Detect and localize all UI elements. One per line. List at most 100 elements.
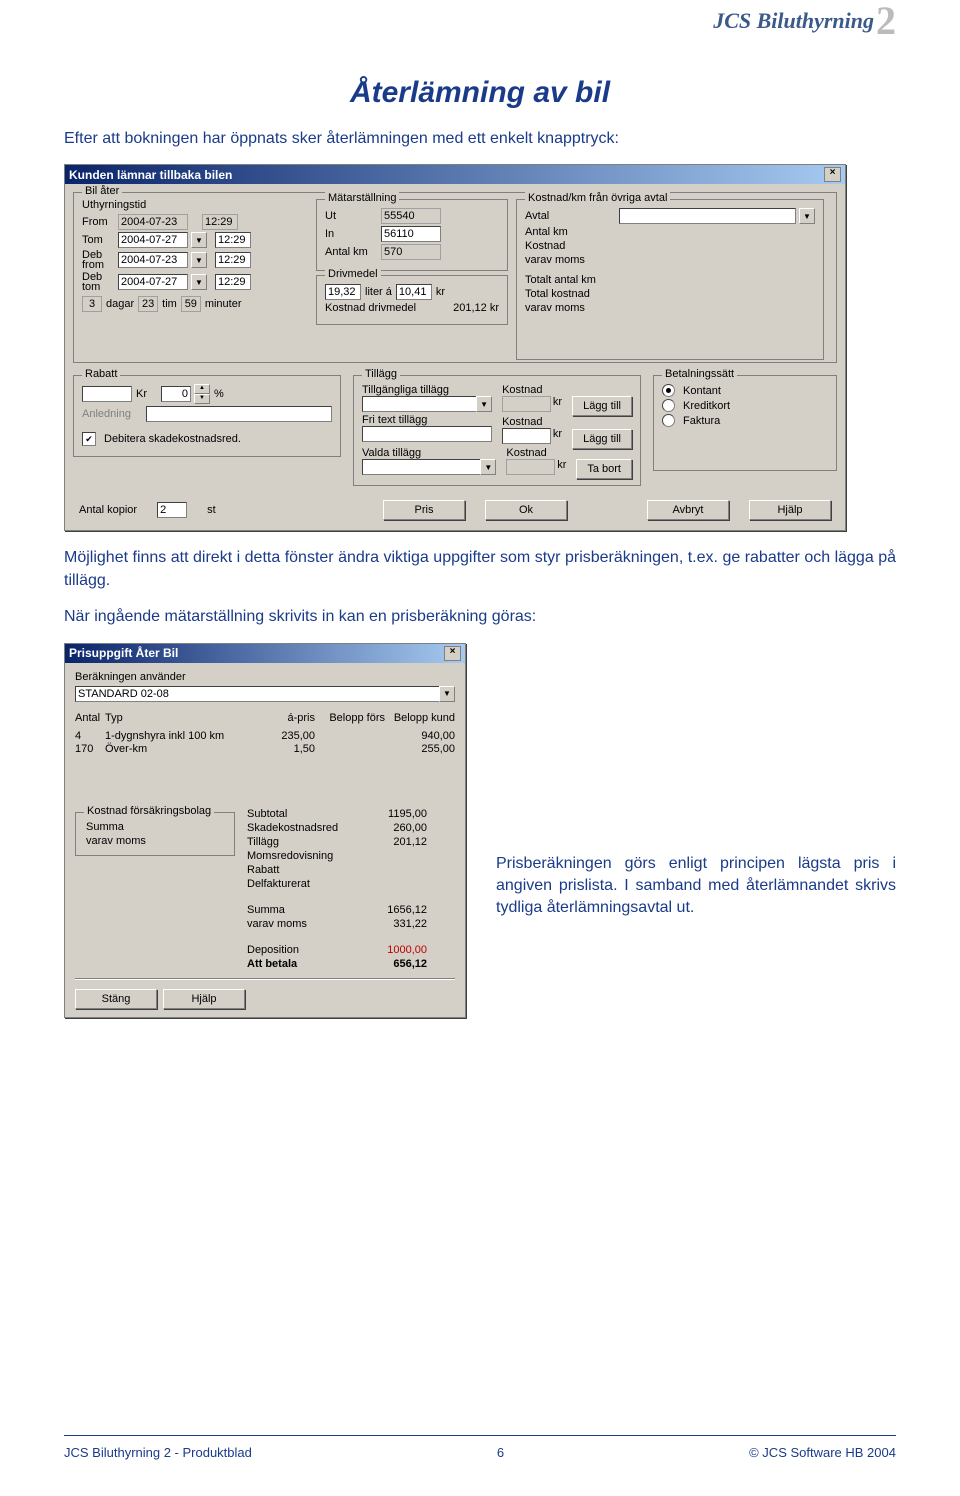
summa2-value: 1656,12 — [357, 904, 427, 916]
fritxt-kostnad-input[interactable] — [502, 428, 551, 444]
debtom-date-input[interactable]: 2004-07-27 — [118, 274, 188, 290]
radio-kreditkort[interactable] — [662, 399, 675, 412]
dep-label: Deposition — [247, 944, 357, 956]
chevron-down-icon[interactable]: ▼ — [191, 232, 207, 248]
antal-kopior-label: Antal kopior — [79, 504, 137, 516]
kr-label: kr — [436, 286, 445, 298]
brand-version: 2 — [876, 9, 896, 33]
laggtill-button-1[interactable]: Lägg till — [572, 396, 632, 416]
brand-text: JCS Biluthyrning — [713, 8, 874, 34]
tillg-select[interactable] — [362, 396, 477, 412]
hjalp2-button[interactable]: Hjälp — [163, 989, 245, 1009]
chevron-down-icon[interactable]: ▼ — [191, 252, 207, 268]
rab-label: Rabatt — [247, 864, 357, 876]
sub-label: Subtotal — [247, 808, 357, 820]
table-row: 170 Över-km 1,50 255,00 — [75, 743, 455, 755]
page-footer: JCS Biluthyrning 2 - Produktblad 6 © JCS… — [64, 1445, 896, 1460]
kostnad3-label: Kostnad — [502, 416, 562, 428]
sub-value: 1195,00 — [357, 808, 427, 820]
ins-summa-label: Summa — [86, 821, 124, 833]
kredit-label: Kreditkort — [683, 400, 730, 412]
kontant-label: Kontant — [683, 385, 721, 397]
literpris-input[interactable]: 10,41 — [396, 284, 432, 300]
tom-label: Tom — [82, 234, 114, 246]
varav2-label: varav moms — [247, 918, 357, 930]
uthyrningstid-label: Uthyrningstid — [82, 199, 312, 211]
h-bf: Belopp förs — [315, 712, 385, 724]
debfrom-time-input[interactable]: 12:29 — [215, 252, 251, 268]
price-dialog: Prisuppgift Åter Bil × Beräkningen använ… — [64, 643, 466, 1018]
tom-time-input[interactable]: 12:29 — [215, 232, 251, 248]
debskade-label: Debitera skadekostnadsred. — [104, 433, 241, 445]
ok-button[interactable]: Ok — [485, 500, 567, 520]
tillg-label: Tillgängliga tillägg — [362, 384, 492, 396]
para3: När ingående mätarställning skrivits in … — [64, 606, 896, 628]
chevron-down-icon[interactable]: ▼ — [476, 396, 492, 412]
tabort-button[interactable]: Ta bort — [576, 459, 632, 479]
radio-kontant[interactable] — [662, 384, 675, 397]
checkbox-icon[interactable]: ✔ — [82, 432, 96, 446]
att-label: Att betala — [247, 958, 357, 970]
pris-button[interactable]: Pris — [383, 500, 465, 520]
avbryt-button[interactable]: Avbryt — [647, 500, 729, 520]
ber-label: Beräkningen använder — [75, 671, 455, 683]
antalkm-value: 570 — [381, 244, 441, 260]
avtal-label: Avtal — [525, 210, 615, 222]
dep-value: 1000,00 — [357, 944, 427, 956]
dur-days: 3 — [82, 296, 102, 312]
close-icon[interactable]: × — [824, 167, 841, 182]
til-label: Tillägg — [247, 836, 357, 848]
kostnad2-label: Kostnad — [502, 384, 562, 396]
chevron-down-icon[interactable]: ▼ — [191, 274, 207, 290]
anledning-label: Anledning — [82, 408, 142, 420]
ut-value: 55540 — [381, 208, 441, 224]
moms-label: Momsredovisning — [247, 850, 357, 862]
chevron-down-icon[interactable]: ▼ — [480, 459, 496, 475]
faktura-label: Faktura — [683, 415, 720, 427]
att-value: 656,12 — [357, 958, 427, 970]
debfrom-date-input[interactable]: 2004-07-23 — [118, 252, 188, 268]
tom-date-input[interactable]: 2004-07-27 — [118, 232, 188, 248]
st-label: st — [207, 504, 216, 516]
ber-select[interactable]: STANDARD 02-08 — [75, 686, 440, 702]
til-value: 201,12 — [357, 836, 427, 848]
from-time: 12:29 — [202, 214, 238, 230]
h-antal: Antal — [75, 712, 105, 724]
stang-button[interactable]: Stäng — [75, 989, 157, 1009]
valda-select[interactable] — [362, 459, 481, 475]
anledning-input[interactable] — [146, 406, 332, 422]
rabatt-kr-input[interactable] — [82, 386, 132, 402]
radio-faktura[interactable] — [662, 414, 675, 427]
close-icon[interactable]: × — [444, 646, 461, 661]
chevron-down-icon[interactable]: ▼ — [799, 208, 815, 224]
liter-input[interactable]: 19,32 — [325, 284, 361, 300]
hjalp-button[interactable]: Hjälp — [749, 500, 831, 520]
minuter-label: minuter — [205, 298, 242, 310]
valda-label: Valda tillägg — [362, 447, 496, 459]
avtal-select[interactable] — [619, 208, 796, 224]
pct-label: % — [214, 388, 224, 400]
kostnad4-label: Kostnad — [506, 447, 566, 459]
footer-center: 6 — [497, 1445, 504, 1460]
in-input[interactable]: 56110 — [381, 226, 441, 242]
chevron-down-icon[interactable]: ▼ — [439, 686, 455, 702]
sk-value: 260,00 — [357, 822, 427, 834]
tim-label: tim — [162, 298, 177, 310]
footer-line — [64, 1435, 896, 1436]
footer-right: © JCS Software HB 2004 — [749, 1445, 896, 1460]
debtom-label: Debtom — [82, 272, 114, 292]
debtom-time-input[interactable]: 12:29 — [215, 274, 251, 290]
varav-label: varav moms — [525, 254, 615, 266]
rabatt-pct-input[interactable]: 0 — [161, 386, 191, 402]
in-label: In — [325, 228, 377, 240]
fritxt-input[interactable] — [362, 426, 492, 442]
dialog-title: Kunden lämnar tillbaka bilen — [69, 168, 232, 182]
dur-min: 59 — [181, 296, 201, 312]
laggtill-button-2[interactable]: Lägg till — [572, 429, 632, 449]
para2: Möjlighet finns att direkt i detta fönst… — [64, 547, 896, 592]
dur-hours: 23 — [138, 296, 158, 312]
antal-kopior-input[interactable]: 2 — [157, 502, 187, 518]
kostdriv-value: 201,12 kr — [453, 302, 499, 314]
spinner-icon[interactable]: ▲▼ — [194, 384, 210, 404]
side-paragraph: Prisberäkningen görs enligt principen lä… — [496, 853, 896, 920]
